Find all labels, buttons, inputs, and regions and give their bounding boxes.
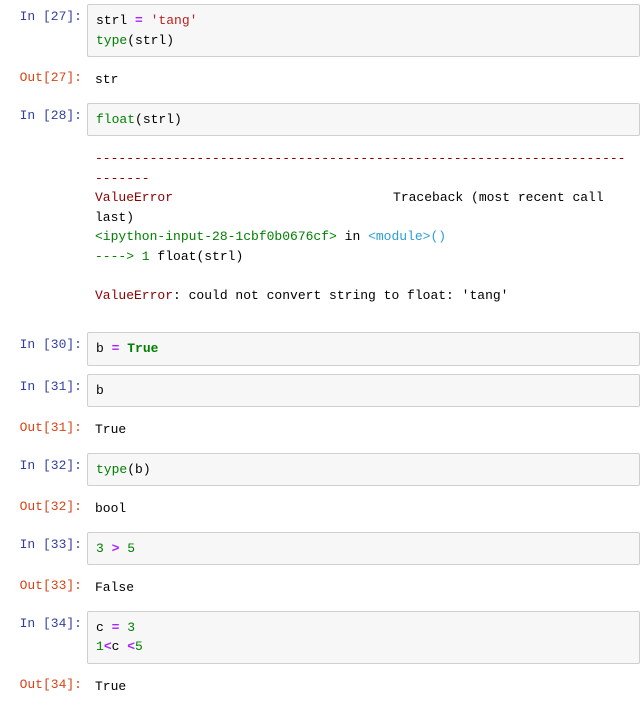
traceback-final-errname: ValueError (95, 288, 173, 303)
out-prompt-34: Out[34]: (0, 672, 87, 697)
code-input-31[interactable]: b (87, 374, 640, 408)
code-mid: c (112, 639, 128, 654)
cell-33-input: In [33]: 3 > 5 (0, 528, 640, 570)
num-right: 5 (119, 541, 135, 556)
cell-34-output: Out[34]: True (0, 668, 640, 705)
in-prompt-32: In [32]: (0, 453, 87, 478)
out-prompt-27: Out[27]: (0, 65, 87, 90)
code-input-33[interactable]: 3 > 5 (87, 532, 640, 566)
code-input-30[interactable]: b = True (87, 332, 640, 366)
code-input-34[interactable]: c = 3 1<c <5 (87, 611, 640, 664)
traceback-errname: ValueError (95, 190, 173, 205)
traceback-file: <ipython-input-28-1cbf0b0676cf> (95, 229, 337, 244)
code-input-27[interactable]: strl = 'tang' type(strl) (87, 4, 640, 57)
traceback-final-msg: : could not convert string to float: 'ta… (173, 288, 508, 303)
cell-33-output: Out[33]: False (0, 569, 640, 607)
out-prompt-33: Out[33]: (0, 573, 87, 598)
num-left: 3 (96, 541, 112, 556)
op-assign: = (135, 13, 143, 28)
code-input-28[interactable]: float(strl) (87, 103, 640, 137)
code-text: b (96, 383, 104, 398)
code-var: b (96, 341, 112, 356)
cell-28-traceback: ----------------------------------------… (0, 140, 640, 314)
traceback-call-arg: (strl) (196, 249, 243, 264)
in-prompt-31: In [31]: (0, 374, 87, 399)
code-input-32[interactable]: type(b) (87, 453, 640, 487)
traceback-output: ----------------------------------------… (87, 144, 640, 310)
traceback-arrow: ----> 1 (95, 249, 157, 264)
in-prompt-30: In [30]: (0, 332, 87, 357)
cell-31-input: In [31]: b (0, 370, 640, 412)
in-prompt-34: In [34]: (0, 611, 87, 636)
paren-arg: (b) (127, 462, 150, 477)
traceback-hr: ----------------------------------------… (95, 151, 626, 186)
output-text-32: bool (87, 494, 640, 524)
cell-27-input: In [27]: strl = 'tang' type(strl) (0, 0, 640, 61)
builtin-type: type (96, 462, 127, 477)
traceback-module: <module> (368, 229, 430, 244)
code-text: strl (96, 13, 135, 28)
op-assign: = (112, 620, 120, 635)
cell-27-output: Out[27]: str (0, 61, 640, 99)
traceback-parens: () (430, 229, 446, 244)
num-right: 5 (135, 639, 143, 654)
out-prompt-31: Out[31]: (0, 415, 87, 440)
builtin-float: float (96, 112, 135, 127)
in-prompt-33: In [33]: (0, 532, 87, 557)
output-text-33: False (87, 573, 640, 603)
keyword-true: True (127, 341, 158, 356)
cell-34-input: In [34]: c = 3 1<c <5 (0, 607, 640, 668)
cell-32-input: In [32]: type(b) (0, 449, 640, 491)
string-literal: 'tang' (143, 13, 198, 28)
cell-32-output: Out[32]: bool (0, 490, 640, 528)
traceback-call-fn: float (157, 249, 196, 264)
cell-30-input: In [30]: b = True (0, 328, 640, 370)
num: 3 (119, 620, 135, 635)
output-text-27: str (87, 65, 640, 95)
op-lt1: < (104, 639, 112, 654)
output-text-31: True (87, 415, 640, 445)
traceback-in-word: in (337, 229, 368, 244)
op-lt2: < (127, 639, 135, 654)
cell-31-output: Out[31]: True (0, 411, 640, 449)
in-prompt-27: In [27]: (0, 4, 87, 29)
code-var: c (96, 620, 112, 635)
in-prompt-28: In [28]: (0, 103, 87, 128)
num-left: 1 (96, 639, 104, 654)
empty-prompt (0, 144, 87, 154)
builtin-type: type (96, 33, 127, 48)
paren-arg: (strl) (127, 33, 174, 48)
cell-28-input: In [28]: float(strl) (0, 99, 640, 141)
paren-arg: (strl) (135, 112, 182, 127)
out-prompt-32: Out[32]: (0, 494, 87, 519)
output-text-34: True (87, 672, 640, 702)
